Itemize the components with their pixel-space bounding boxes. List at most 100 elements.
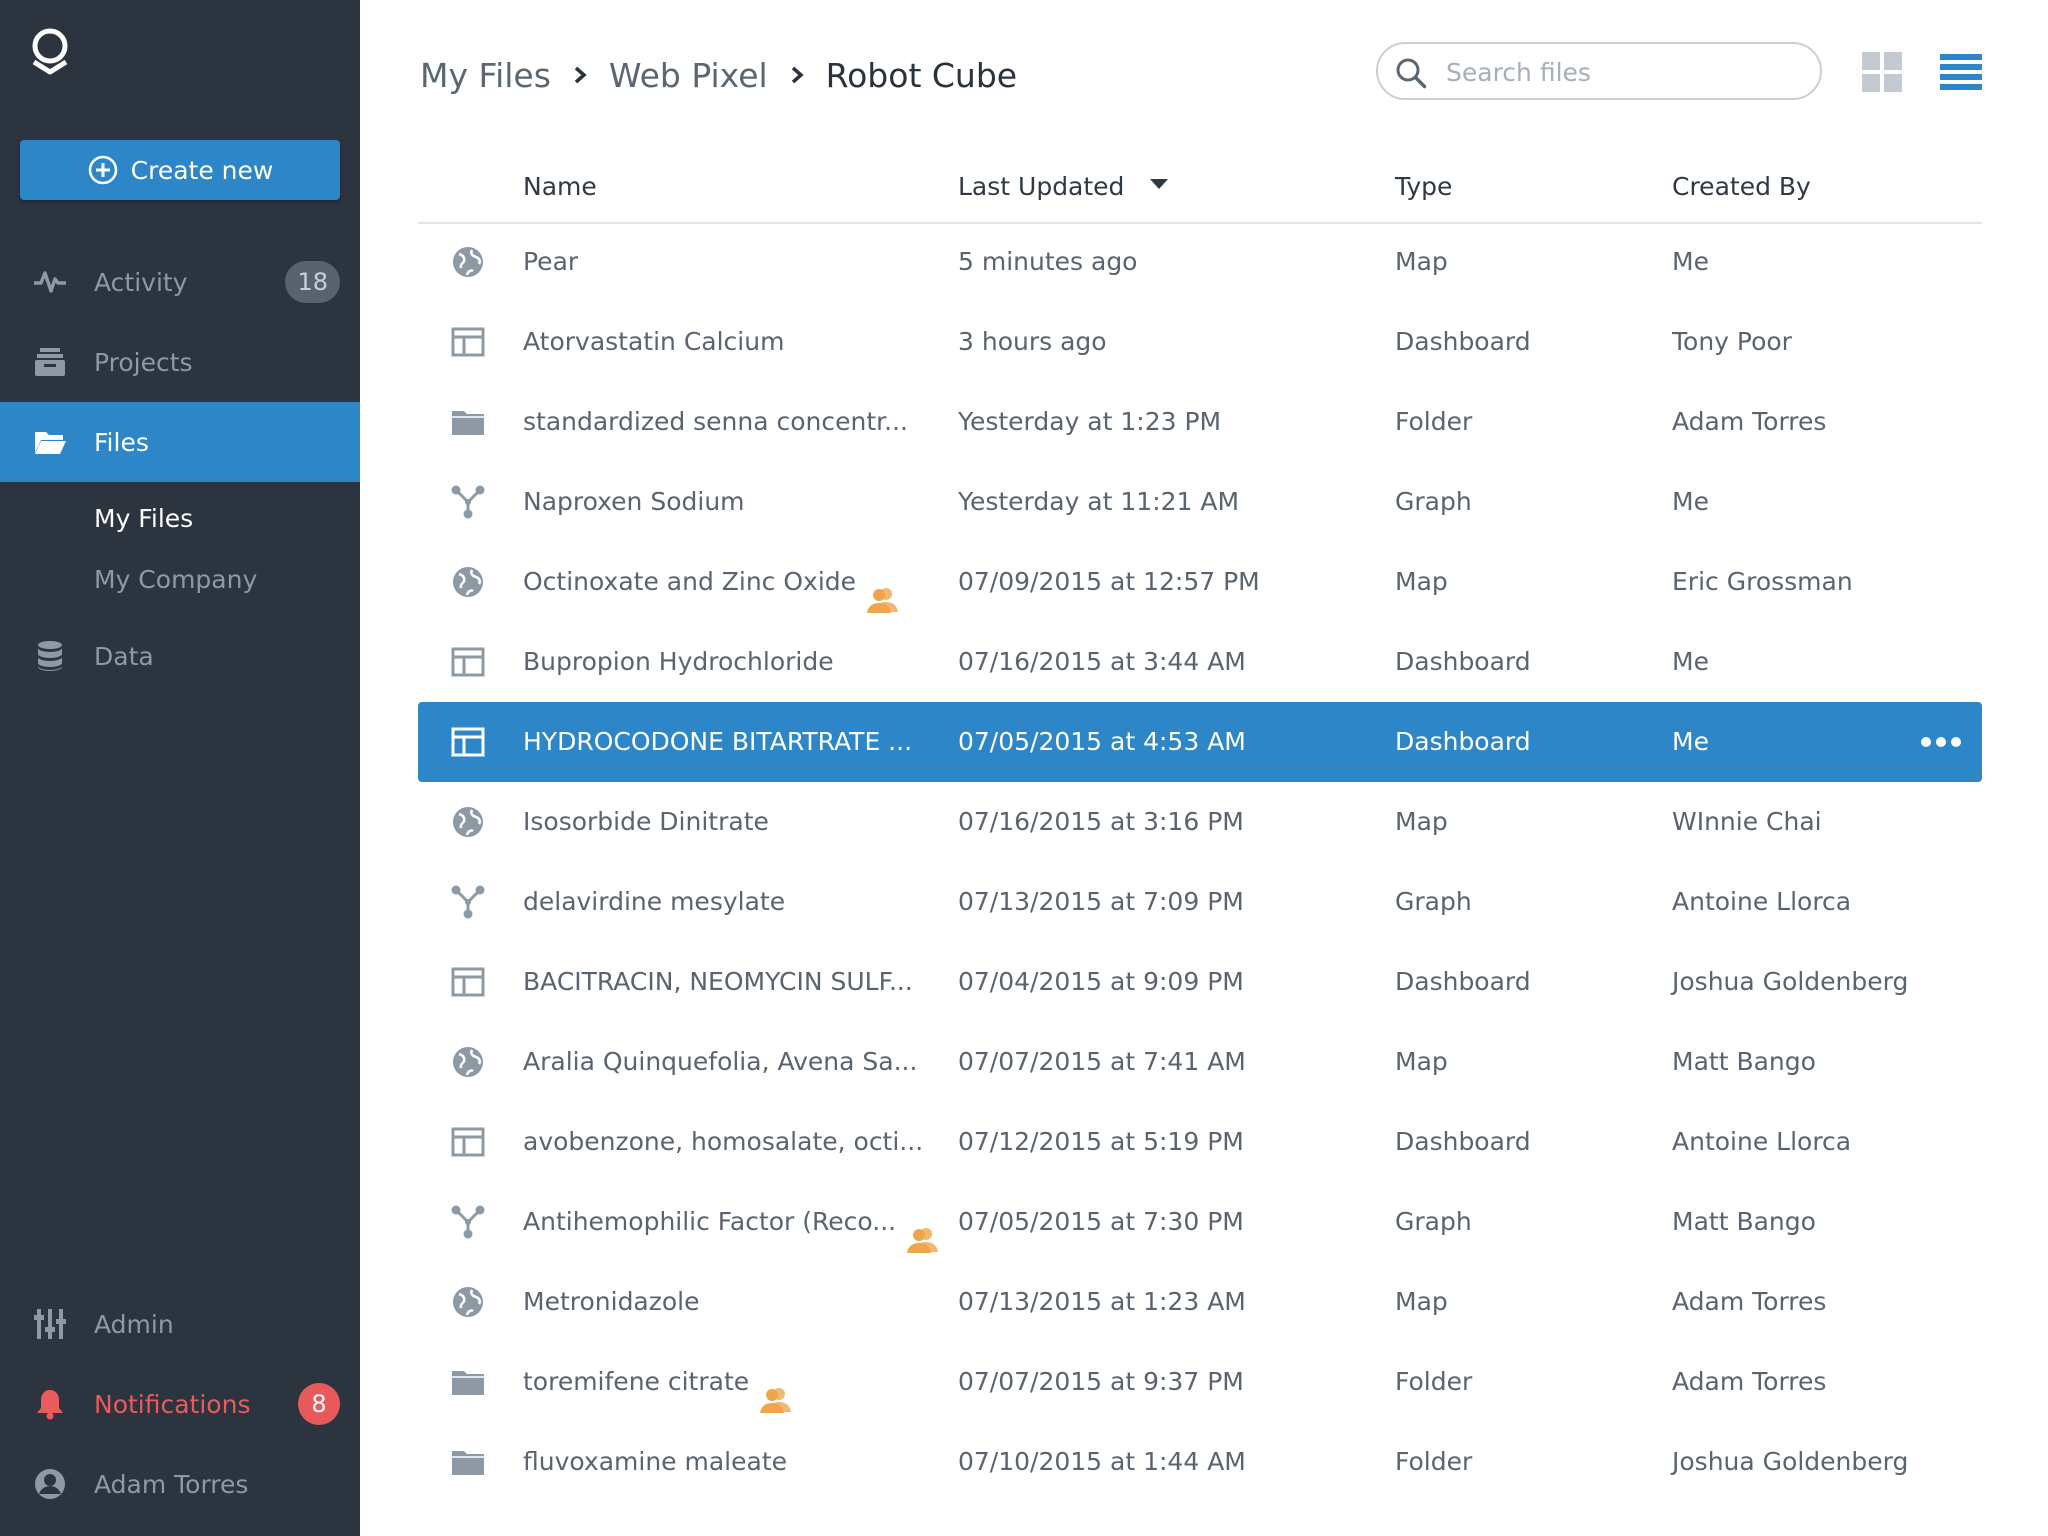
- file-name-cell[interactable]: Isosorbide Dinitrate: [523, 782, 769, 862]
- last-updated-cell: 07/09/2015 at 12:57 PM: [958, 567, 1260, 596]
- file-name-cell[interactable]: Metronidazole: [523, 1262, 700, 1342]
- file-name: Pear: [523, 247, 579, 276]
- file-name-cell[interactable]: BACITRACIN, NEOMYCIN SULF...: [523, 942, 913, 1022]
- globe-icon: [450, 804, 486, 840]
- last-updated-cell: 07/13/2015 at 1:23 AM: [958, 1287, 1246, 1316]
- nav-notifications-label: Notifications: [94, 1389, 251, 1419]
- last-updated-cell: 07/05/2015 at 7:30 PM: [958, 1207, 1244, 1236]
- file-name: Aralia Quinquefolia, Avena Sa...: [523, 1047, 918, 1076]
- file-name-cell[interactable]: toremifene citrate: [523, 1342, 793, 1422]
- created-by-cell: Eric Grossman: [1672, 567, 1853, 596]
- nav-projects[interactable]: Projects: [0, 322, 360, 402]
- column-header-last-updated[interactable]: Last Updated: [958, 172, 1169, 201]
- nav-user-profile[interactable]: Adam Torres: [0, 1444, 360, 1524]
- breadcrumb-web-pixel[interactable]: Web Pixel: [609, 56, 768, 95]
- more-options-icon[interactable]: [1920, 732, 1962, 752]
- dashboard-icon: [450, 644, 486, 680]
- table-row[interactable]: toremifene citrate 07/07/2015 at 9:37 PM…: [418, 1342, 1982, 1422]
- nav-activity[interactable]: Activity 18: [0, 242, 360, 322]
- bell-icon: [32, 1386, 68, 1422]
- table-row[interactable]: Isosorbide Dinitrate 07/16/2015 at 3:16 …: [418, 782, 1982, 862]
- file-name: Isosorbide Dinitrate: [523, 807, 769, 836]
- table-row[interactable]: Naproxen Sodium Yesterday at 11:21 AM Gr…: [418, 462, 1982, 542]
- file-name-cell[interactable]: fluvoxamine maleate: [523, 1422, 787, 1502]
- table-row[interactable]: Aralia Quinquefolia, Avena Sa... 07/07/2…: [418, 1022, 1982, 1102]
- last-updated-cell: 3 hours ago: [958, 327, 1107, 356]
- app-logo-icon[interactable]: [28, 26, 72, 76]
- created-by-cell: Matt Bango: [1672, 1207, 1816, 1236]
- breadcrumb-my-files[interactable]: My Files: [420, 56, 551, 95]
- list-view-icon[interactable]: [1940, 52, 1982, 92]
- globe-icon: [450, 1284, 486, 1320]
- file-name: Antihemophilic Factor (Reco...: [523, 1207, 897, 1236]
- table-row[interactable]: BACITRACIN, NEOMYCIN SULF... 07/04/2015 …: [418, 942, 1982, 1022]
- last-updated-cell: 07/10/2015 at 1:44 AM: [958, 1447, 1246, 1476]
- column-header-created-by[interactable]: Created By: [1672, 172, 1811, 201]
- file-name-cell[interactable]: Pear: [523, 222, 578, 302]
- table-row[interactable]: Antihemophilic Factor (Reco... 07/05/201…: [418, 1182, 1982, 1262]
- nav-files[interactable]: Files: [0, 402, 360, 482]
- grid-view-icon[interactable]: [1862, 52, 1902, 92]
- database-icon: [32, 638, 68, 674]
- search-input[interactable]: [1444, 52, 1808, 92]
- shared-users-icon: [759, 1366, 793, 1413]
- table-row[interactable]: avobenzone, homosalate, octi... 07/12/20…: [418, 1102, 1982, 1182]
- column-header-type[interactable]: Type: [1395, 172, 1452, 201]
- nav-my-files[interactable]: My Files: [94, 504, 193, 533]
- file-name-cell[interactable]: Aralia Quinquefolia, Avena Sa...: [523, 1022, 917, 1102]
- dashboard-icon: [450, 964, 486, 1000]
- table-row[interactable]: HYDROCODONE BITARTRATE ... 07/05/2015 at…: [418, 702, 1982, 782]
- nav-notifications[interactable]: Notifications 8: [0, 1364, 360, 1444]
- last-updated-cell: 07/04/2015 at 9:09 PM: [958, 967, 1244, 996]
- nav-data[interactable]: Data: [0, 616, 360, 696]
- nav-activity-label: Activity: [94, 267, 188, 297]
- file-name-cell[interactable]: avobenzone, homosalate, octi...: [523, 1102, 923, 1182]
- sidebar: Create new Activity 18 Projects Files My…: [0, 0, 360, 1536]
- file-name: Metronidazole: [523, 1287, 700, 1316]
- notifications-count-badge: 8: [298, 1383, 340, 1425]
- created-by-cell: Me: [1672, 647, 1709, 676]
- created-by-cell: WInnie Chai: [1672, 807, 1822, 836]
- last-updated-cell: 07/16/2015 at 3:16 PM: [958, 807, 1244, 836]
- file-name-cell[interactable]: delavirdine mesylate: [523, 862, 785, 942]
- user-avatar-icon: [32, 1466, 68, 1502]
- type-cell: Map: [1395, 1287, 1448, 1316]
- file-name-cell[interactable]: Octinoxate and Zinc Oxide: [523, 542, 900, 622]
- column-header-name[interactable]: Name: [523, 172, 597, 201]
- sliders-icon: [32, 1306, 68, 1342]
- create-new-button[interactable]: Create new: [20, 140, 340, 200]
- graph-icon: [450, 1204, 486, 1240]
- file-name-cell[interactable]: standardized senna concentr...: [523, 382, 908, 462]
- user-name-label: Adam Torres: [94, 1469, 249, 1499]
- globe-icon: [450, 1044, 486, 1080]
- table-row[interactable]: Bupropion Hydrochloride 07/16/2015 at 3:…: [418, 622, 1982, 702]
- created-by-cell: Me: [1672, 727, 1709, 756]
- search-icon: [1396, 58, 1427, 89]
- table-row[interactable]: Atorvastatin Calcium 3 hours ago Dashboa…: [418, 302, 1982, 382]
- type-cell: Graph: [1395, 1207, 1472, 1236]
- file-name-cell[interactable]: Atorvastatin Calcium: [523, 302, 784, 382]
- table-row[interactable]: Octinoxate and Zinc Oxide 07/09/2015 at …: [418, 542, 1982, 622]
- file-name-cell[interactable]: Antihemophilic Factor (Reco...: [523, 1182, 940, 1262]
- created-by-cell: Antoine Llorca: [1672, 887, 1852, 916]
- nav-my-company[interactable]: My Company: [94, 565, 257, 594]
- file-name: avobenzone, homosalate, octi...: [523, 1127, 924, 1156]
- type-cell: Dashboard: [1395, 647, 1531, 676]
- breadcrumb-robot-cube: Robot Cube: [825, 55, 1018, 95]
- table-row[interactable]: Metronidazole 07/13/2015 at 1:23 AM Map …: [418, 1262, 1982, 1342]
- type-cell: Folder: [1395, 1367, 1473, 1396]
- shared-users-icon: [866, 566, 900, 613]
- type-cell: Map: [1395, 1047, 1448, 1076]
- globe-icon: [450, 244, 486, 280]
- create-new-label: Create new: [130, 155, 274, 185]
- nav-admin[interactable]: Admin: [0, 1284, 360, 1364]
- sort-descending-icon: [1150, 179, 1169, 189]
- file-name-cell[interactable]: Bupropion Hydrochloride: [523, 622, 834, 702]
- file-name-cell[interactable]: HYDROCODONE BITARTRATE ...: [523, 702, 912, 782]
- table-row[interactable]: standardized senna concentr... Yesterday…: [418, 382, 1982, 462]
- table-row[interactable]: fluvoxamine maleate 07/10/2015 at 1:44 A…: [418, 1422, 1982, 1502]
- search-box[interactable]: [1376, 42, 1822, 100]
- table-row[interactable]: delavirdine mesylate 07/13/2015 at 7:09 …: [418, 862, 1982, 942]
- table-row[interactable]: Pear 5 minutes ago Map Me: [418, 222, 1982, 302]
- file-name-cell[interactable]: Naproxen Sodium: [523, 462, 745, 542]
